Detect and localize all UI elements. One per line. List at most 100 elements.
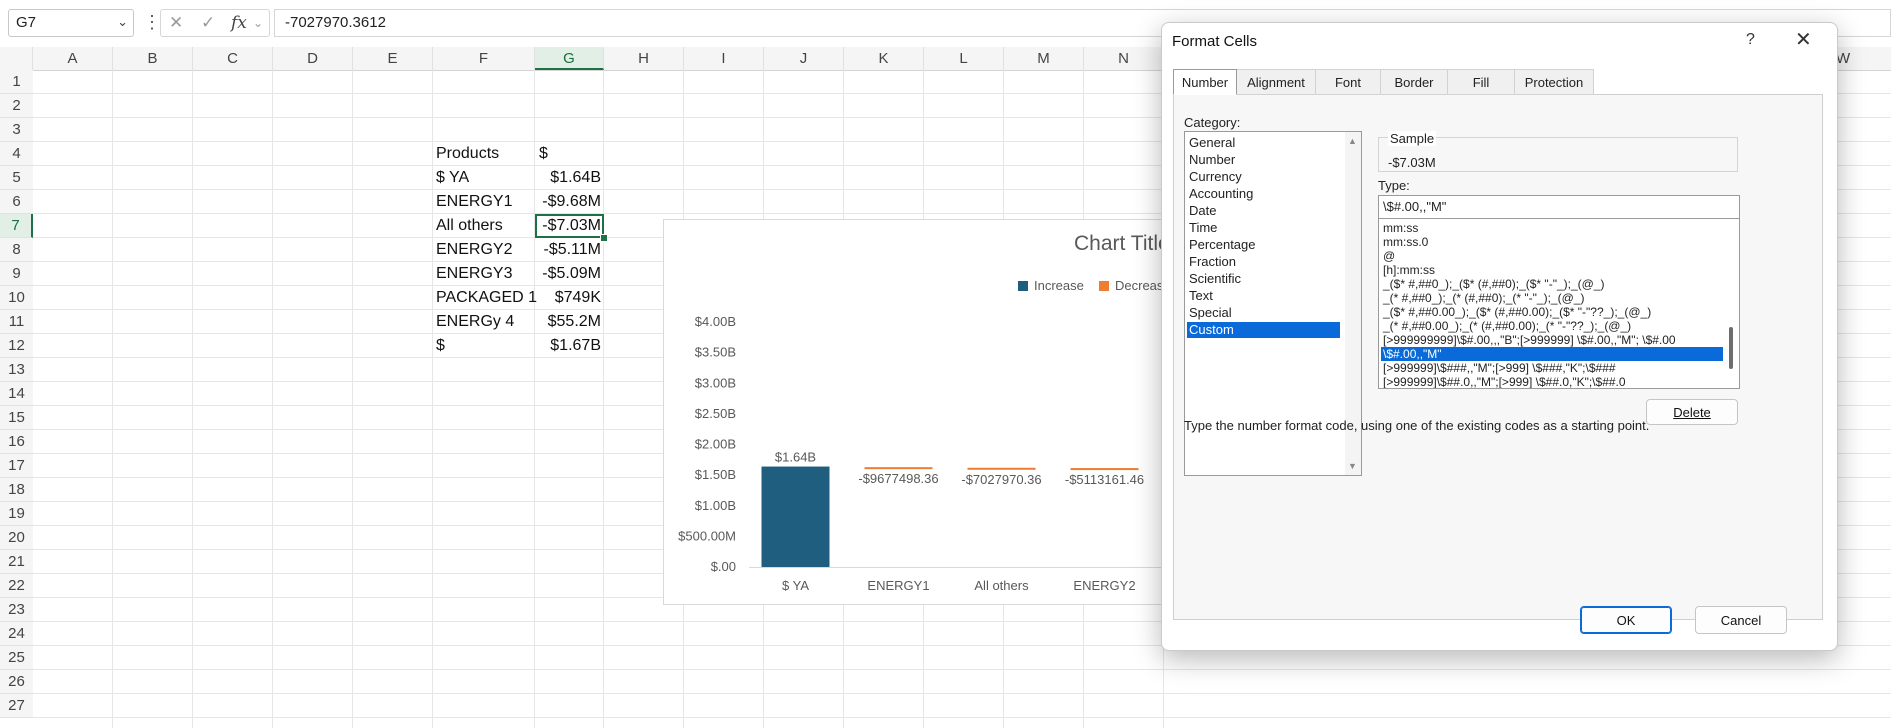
format-code-item[interactable]: [>999999]\$##.0,,"M";[>999] \$##.0,"K";\…: [1381, 375, 1723, 388]
bar-decrease[interactable]: [864, 467, 933, 470]
bar-decrease[interactable]: [967, 467, 1036, 470]
close-icon[interactable]: ✕: [1795, 27, 1812, 52]
bar-increase[interactable]: [761, 466, 830, 567]
delete-button[interactable]: Delete: [1646, 399, 1738, 425]
category-item-number[interactable]: Number: [1187, 152, 1340, 168]
row-header-20[interactable]: 20: [0, 526, 33, 550]
column-header-k[interactable]: K: [844, 47, 924, 70]
cell-g8[interactable]: -$5.11M: [535, 238, 601, 262]
select-all-corner[interactable]: [0, 47, 33, 70]
tab-fill[interactable]: Fill: [1447, 69, 1515, 95]
data-label[interactable]: -$7027970.36: [961, 472, 1041, 487]
cell-g6[interactable]: -$9.68M: [535, 190, 601, 214]
tab-border[interactable]: Border: [1380, 69, 1448, 95]
cell-g4[interactable]: $: [535, 142, 599, 166]
row-header-27[interactable]: 27: [0, 694, 33, 718]
cancel-entry-icon[interactable]: ✕: [169, 13, 183, 33]
column-header-m[interactable]: M: [1004, 47, 1084, 70]
cell-g12[interactable]: $1.67B: [535, 334, 601, 358]
category-item-scientific[interactable]: Scientific: [1187, 271, 1340, 287]
column-header-n[interactable]: N: [1084, 47, 1164, 70]
row-header-3[interactable]: 3: [0, 118, 33, 142]
name-box[interactable]: G7 ⌄: [8, 9, 134, 37]
cell-f11[interactable]: ENERGy 4: [436, 310, 514, 334]
format-code-item[interactable]: \$#.00,,"M": [1381, 347, 1723, 361]
data-label[interactable]: -$9677498.36: [858, 471, 938, 486]
row-header-4[interactable]: 4: [0, 142, 33, 166]
cell-g9[interactable]: -$5.09M: [535, 262, 601, 286]
format-code-item[interactable]: _($* #,##0.00_);_($* (#,##0.00);_($* "-"…: [1381, 305, 1723, 319]
format-code-item[interactable]: [>999999999]\$#.00,,,"B";[>999999] \$#.0…: [1381, 333, 1723, 347]
row-header-2[interactable]: 2: [0, 94, 33, 118]
column-header-c[interactable]: C: [193, 47, 273, 70]
format-list-scrollbar[interactable]: [1723, 219, 1739, 388]
row-header-7[interactable]: 7: [0, 214, 33, 238]
help-button[interactable]: ?: [1746, 31, 1755, 49]
column-header-e[interactable]: E: [353, 47, 433, 70]
confirm-entry-icon[interactable]: ✓: [201, 13, 215, 33]
cell-g11[interactable]: $55.2M: [535, 310, 601, 334]
format-code-item[interactable]: [h]:mm:ss: [1381, 263, 1723, 277]
category-item-accounting[interactable]: Accounting: [1187, 186, 1340, 202]
row-header-21[interactable]: 21: [0, 550, 33, 574]
row-header-9[interactable]: 9: [0, 262, 33, 286]
category-item-time[interactable]: Time: [1187, 220, 1340, 236]
row-header-5[interactable]: 5: [0, 166, 33, 190]
row-header-24[interactable]: 24: [0, 622, 33, 646]
category-item-text[interactable]: Text: [1187, 288, 1340, 304]
row-header-23[interactable]: 23: [0, 598, 33, 622]
tab-protection[interactable]: Protection: [1514, 69, 1594, 95]
format-code-list[interactable]: mm:ss mm:ss.0 @ [h]:mm:ss _($* #,##0_);_($* …: [1378, 219, 1740, 389]
format-code-item[interactable]: mm:ss.0: [1381, 235, 1723, 249]
row-header-18[interactable]: 18: [0, 478, 33, 502]
row-header-15[interactable]: 15: [0, 406, 33, 430]
row-header-10[interactable]: 10: [0, 286, 33, 310]
scroll-down-icon[interactable]: ▼: [1348, 461, 1357, 471]
tab-number[interactable]: Number: [1173, 69, 1237, 95]
cancel-button[interactable]: Cancel: [1695, 606, 1787, 634]
row-header-6[interactable]: 6: [0, 190, 33, 214]
category-item-custom[interactable]: Custom: [1187, 322, 1340, 338]
format-code-item[interactable]: _(* #,##0_);_(* (#,##0);_(* "-"_);_(@_): [1381, 291, 1723, 305]
cell-f6[interactable]: ENERGY1: [436, 190, 512, 214]
category-item-fraction[interactable]: Fraction: [1187, 254, 1340, 270]
row-header-11[interactable]: 11: [0, 310, 33, 334]
column-header-b[interactable]: B: [113, 47, 193, 70]
format-code-item[interactable]: @: [1381, 249, 1723, 263]
column-header-j[interactable]: J: [764, 47, 844, 70]
cell-f4[interactable]: Products: [436, 142, 499, 166]
column-header-d[interactable]: D: [273, 47, 353, 70]
format-code-item[interactable]: [>999999]\$###,,"M";[>999] \$###,"K";\$#…: [1381, 361, 1723, 375]
column-header-a[interactable]: A: [33, 47, 113, 70]
tab-font[interactable]: Font: [1315, 69, 1381, 95]
row-header-19[interactable]: 19: [0, 502, 33, 526]
row-header-8[interactable]: 8: [0, 238, 33, 262]
category-item-date[interactable]: Date: [1187, 203, 1340, 219]
cell-f10[interactable]: PACKAGED 1: [436, 286, 537, 310]
category-item-percentage[interactable]: Percentage: [1187, 237, 1340, 253]
category-item-general[interactable]: General: [1187, 135, 1340, 151]
row-header-13[interactable]: 13: [0, 358, 33, 382]
tab-alignment[interactable]: Alignment: [1236, 69, 1316, 95]
cell-f5[interactable]: $ YA: [436, 166, 469, 190]
cell-g5[interactable]: $1.64B: [535, 166, 601, 190]
row-header-14[interactable]: 14: [0, 382, 33, 406]
column-header-w[interactable]: W: [1836, 47, 1891, 71]
row-header-25[interactable]: 25: [0, 646, 33, 670]
row-header-22[interactable]: 22: [0, 574, 33, 598]
column-header-l[interactable]: L: [924, 47, 1004, 70]
cell-f7[interactable]: All others: [436, 214, 503, 238]
category-item-special[interactable]: Special: [1187, 305, 1340, 321]
row-header-12[interactable]: 12: [0, 334, 33, 358]
row-header-16[interactable]: 16: [0, 430, 33, 454]
fill-handle[interactable]: [600, 234, 608, 242]
waterfall-chart[interactable]: Chart Title Increase Decreas $.00 $500.00…: [663, 219, 1163, 605]
insert-function-icon[interactable]: fx: [231, 13, 247, 33]
column-header-h[interactable]: H: [604, 47, 684, 70]
row-header-1[interactable]: 1: [0, 70, 33, 94]
cell-f12[interactable]: $: [436, 334, 445, 358]
ok-button[interactable]: OK: [1580, 606, 1672, 634]
chevron-down-icon[interactable]: ⌄: [253, 16, 263, 30]
chevron-down-icon[interactable]: ⌄: [117, 14, 128, 30]
category-item-currency[interactable]: Currency: [1187, 169, 1340, 185]
